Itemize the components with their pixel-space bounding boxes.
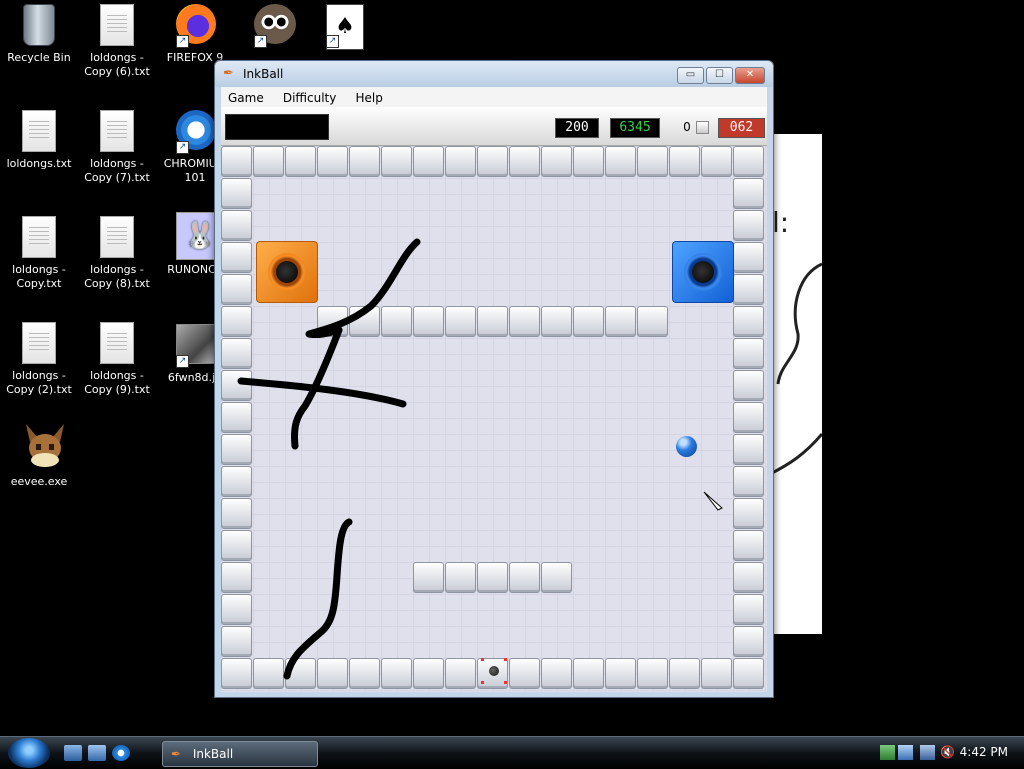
desktop-icon-label: loldongs - Copy (6).txt — [84, 51, 150, 78]
desktop-icon-label: Recycle Bin — [7, 51, 71, 64]
desktop-icon-loldongs-copy-6[interactable]: loldongs - Copy (6).txt — [78, 2, 156, 79]
menu-difficulty[interactable]: Difficulty — [276, 89, 344, 107]
text-file-icon — [100, 216, 134, 258]
score-bar: 200 6345 0 062 — [221, 107, 767, 146]
ink-stroke — [283, 518, 353, 680]
desktop-icon-eevee[interactable]: eevee.exe — [0, 418, 78, 489]
close-button[interactable]: ✕ — [735, 67, 765, 84]
inkball-task-icon: ✒ — [171, 747, 182, 761]
desktop-icon-label: loldongs - Copy (2).txt — [6, 369, 72, 396]
text-file-icon — [22, 322, 56, 364]
maximize-button[interactable]: ☐ — [706, 67, 733, 84]
taskbar-button-label: InkBall — [192, 747, 234, 761]
text-file-icon — [22, 216, 56, 258]
desktop-icon-loldongs-copy-9[interactable]: loldongs - Copy (9).txt — [78, 320, 156, 397]
ink-stroke — [237, 377, 407, 408]
recycle-bin-icon — [23, 4, 55, 46]
desktop-icon-label: loldongs - Copy.txt — [12, 263, 66, 290]
text-file-icon — [100, 4, 134, 46]
desktop-icon-solitaire[interactable]: ♠ ↗ — [306, 2, 384, 51]
remaining-display: 062 — [718, 118, 765, 138]
volume-muted-icon[interactable]: 🔇 — [940, 745, 955, 760]
internet-explorer-icon[interactable] — [112, 745, 130, 761]
menu-bar: Game Difficulty Help — [221, 87, 767, 108]
text-file-icon — [22, 110, 56, 152]
window-title: InkBall — [243, 67, 284, 81]
svg-text:l:: l: — [772, 206, 789, 239]
menu-help[interactable]: Help — [348, 89, 389, 107]
ink-lines — [237, 238, 421, 680]
desktop-icon-label: loldongs - Copy (7).txt — [84, 157, 150, 184]
title-bar[interactable]: ✒ InkBall ▭ ☐ ✕ — [215, 61, 773, 87]
time-display: 200 — [555, 118, 599, 138]
text-file-icon — [100, 322, 134, 364]
desktop-icon-loldongs-copy-7[interactable]: loldongs - Copy (7).txt — [78, 108, 156, 185]
background-image-window: l: — [769, 134, 824, 634]
desktop-icon-label: eevee.exe — [10, 475, 68, 488]
inkball-app-icon: ✒ — [223, 66, 234, 81]
show-desktop-icon[interactable] — [64, 745, 82, 761]
desktop-icon-label: loldongs.txt — [6, 157, 72, 170]
taskbar: ✒ InkBall 🔇 4:42 PM — [0, 736, 1024, 769]
ball-count-icon — [696, 121, 709, 134]
clock[interactable]: 4:42 PM — [960, 745, 1008, 759]
ink-stroke — [305, 238, 421, 338]
text-file-icon — [100, 110, 134, 152]
desktop-icon-loldongs-copy[interactable]: loldongs - Copy.txt — [0, 214, 78, 291]
desktop-icon-label: loldongs - Copy (8).txt — [84, 263, 150, 290]
start-button[interactable] — [8, 738, 50, 768]
minimize-button[interactable]: ▭ — [677, 67, 704, 84]
desktop-icon-loldongs-copy-8[interactable]: loldongs - Copy (8).txt — [78, 214, 156, 291]
desktop-icon-label: loldongs - Copy (9).txt — [84, 369, 150, 396]
desktop-icon-recycle-bin[interactable]: Recycle Bin — [0, 2, 78, 65]
desktop-icon-loldongs[interactable]: loldongs.txt — [0, 108, 78, 171]
desktop-icon-raccoon[interactable]: ↗ — [234, 2, 312, 51]
ball-count: 0 — [683, 120, 691, 134]
menu-game[interactable]: Game — [221, 89, 271, 107]
message-display — [225, 114, 329, 140]
game-board[interactable] — [221, 146, 767, 692]
taskbar-button-inkball[interactable]: ✒ InkBall — [162, 741, 318, 767]
score-display: 6345 — [610, 118, 660, 138]
switch-windows-icon[interactable] — [88, 745, 106, 761]
desktop-icon-firefox[interactable]: ↗ FIREFOX 9 — [156, 2, 234, 65]
tray-app-icon[interactable] — [898, 745, 913, 760]
inkball-window: ✒ InkBall ▭ ☐ ✕ Game Difficulty Help 200… — [214, 60, 774, 698]
network-icon[interactable] — [880, 745, 895, 760]
desktop-icon-loldongs-copy-2[interactable]: loldongs - Copy (2).txt — [0, 320, 78, 397]
eevee-icon — [26, 424, 64, 467]
pen-cursor-icon — [703, 491, 723, 511]
monitor-icon[interactable] — [920, 745, 935, 760]
system-tray: 🔇 4:42 PM — [864, 737, 1024, 769]
